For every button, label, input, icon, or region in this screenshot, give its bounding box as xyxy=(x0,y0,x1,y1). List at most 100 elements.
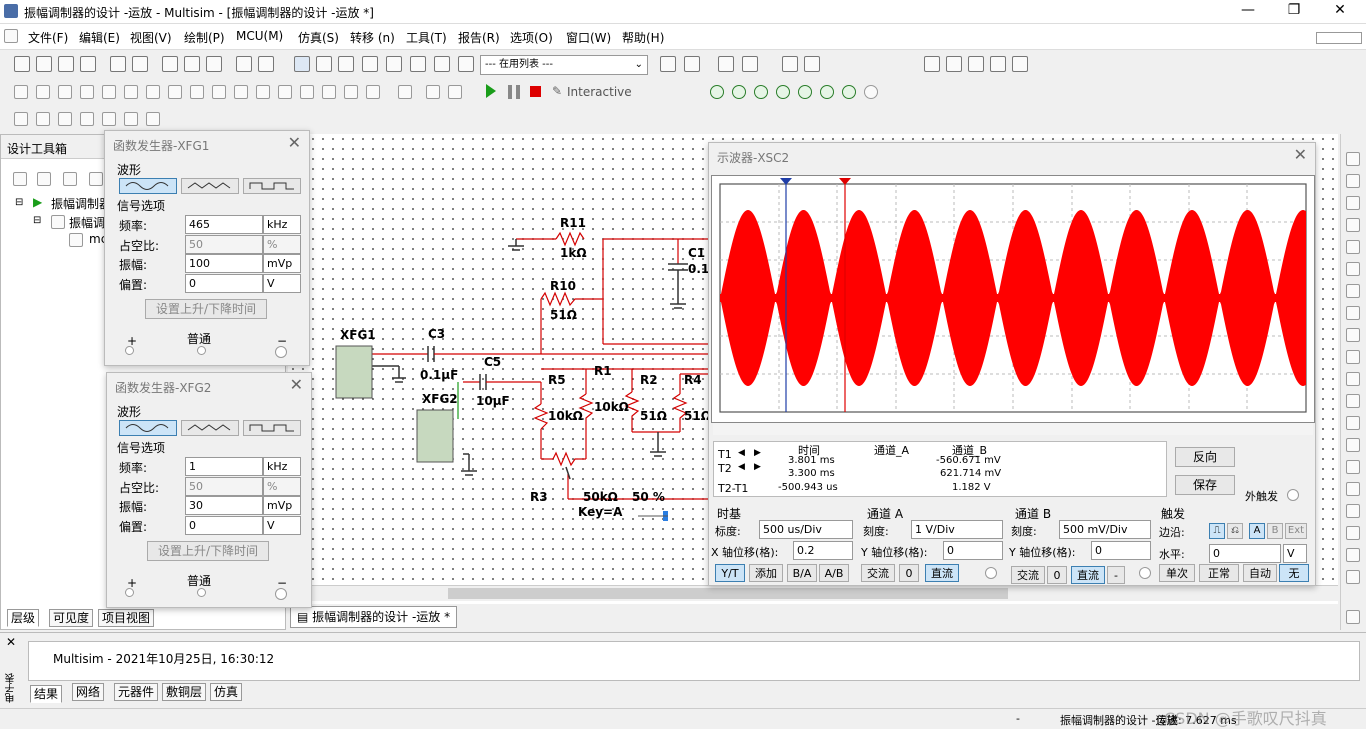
trigger-auto-button[interactable]: 自动 xyxy=(1243,564,1277,582)
toolbox-open-icon[interactable] xyxy=(37,172,51,186)
trigger-single-button[interactable]: 单次 xyxy=(1159,564,1195,582)
menu-simulate[interactable]: 仿真(S) xyxy=(298,29,339,46)
toolbox-new-icon[interactable] xyxy=(13,172,27,186)
tool-d-icon[interactable] xyxy=(80,112,94,126)
oscilloscope-icon[interactable] xyxy=(1346,218,1360,232)
electrical-rules-icon[interactable] xyxy=(434,56,450,72)
probe-diff-voltage-icon[interactable] xyxy=(776,85,790,99)
xfg1-amp-input[interactable]: 100 xyxy=(185,254,263,273)
tab-visibility[interactable]: 可见度 xyxy=(49,609,94,627)
yt-button[interactable]: Y/T xyxy=(715,564,745,582)
tool-a-icon[interactable] xyxy=(14,112,28,126)
trigger-falling-edge-icon[interactable]: ⎌ xyxy=(1227,523,1243,539)
tool-c-icon[interactable] xyxy=(58,112,72,126)
zoom-out-icon[interactable] xyxy=(946,56,962,72)
probe-settings-gear-icon[interactable] xyxy=(864,85,878,99)
xfg1-close-icon[interactable]: ✕ xyxy=(288,133,301,152)
cut-icon[interactable] xyxy=(162,56,178,72)
electromechanical-icon[interactable] xyxy=(322,85,336,99)
toolbox-save-icon[interactable] xyxy=(63,172,77,186)
scope-close-icon[interactable]: ✕ xyxy=(1294,145,1307,164)
diode-icon[interactable] xyxy=(58,85,72,99)
xfg1-duty-unit[interactable]: % xyxy=(263,235,301,254)
trigger-src-a-button[interactable]: A xyxy=(1249,523,1265,539)
in-use-list-dropdown[interactable]: --- 在用列表 --- ⌄ xyxy=(480,55,648,75)
probe-voltage-icon[interactable] xyxy=(710,85,724,99)
xfg1-sine-button[interactable] xyxy=(119,178,177,194)
xfg2-sine-button[interactable] xyxy=(119,420,177,436)
chb-scale-input[interactable]: 500 mV/Div xyxy=(1059,520,1151,539)
design-toolbox-toggle-icon[interactable] xyxy=(294,56,310,72)
cha-terminal[interactable] xyxy=(985,567,997,579)
xfg2-offset-unit[interactable]: V xyxy=(263,516,301,535)
scope-ext-trigger-terminal[interactable] xyxy=(1287,489,1299,501)
rf-icon[interactable] xyxy=(300,85,314,99)
basic-icon[interactable] xyxy=(36,85,50,99)
menu-draw[interactable]: 绘制(P) xyxy=(184,29,225,46)
redo-icon[interactable] xyxy=(258,56,274,72)
xfg2-amp-unit[interactable]: mVp xyxy=(263,496,301,515)
back-icon[interactable] xyxy=(718,56,734,72)
menu-view[interactable]: 视图(V) xyxy=(130,29,172,46)
xfg2-freq-input[interactable]: 1 xyxy=(185,457,263,476)
copy-icon[interactable] xyxy=(184,56,200,72)
word-generator-icon[interactable] xyxy=(1346,306,1360,320)
cha-ac-button[interactable]: 交流 xyxy=(861,564,895,582)
tree-expand-icon[interactable]: ⊟ xyxy=(15,197,23,208)
chb-ac-button[interactable]: 交流 xyxy=(1011,566,1045,584)
mixed-icon[interactable] xyxy=(190,85,204,99)
trigger-normal-button[interactable]: 正常 xyxy=(1199,564,1239,582)
add-button[interactable]: 添加 xyxy=(749,564,783,582)
t1-right-arrow-icon[interactable]: ▶ xyxy=(754,448,761,458)
tool-b-icon[interactable] xyxy=(36,112,50,126)
agilent-multimeter-icon[interactable] xyxy=(1346,482,1360,496)
print-icon[interactable] xyxy=(110,56,126,72)
menu-transfer[interactable]: 转移 (n) xyxy=(350,29,395,46)
run-icon[interactable] xyxy=(486,84,496,98)
xfg2-offset-input[interactable]: 0 xyxy=(185,516,263,535)
scope-save-button[interactable]: 保存 xyxy=(1175,475,1235,495)
canvas-hscroll[interactable] xyxy=(288,585,1338,601)
probe-digital-icon[interactable] xyxy=(820,85,834,99)
xfg1-minus-terminal[interactable] xyxy=(275,346,287,358)
four-channel-scope-icon[interactable] xyxy=(1346,240,1360,254)
spreadsheet-icon[interactable] xyxy=(316,56,332,72)
t1-left-arrow-icon[interactable]: ◀ xyxy=(738,448,745,458)
xfg2-freq-unit[interactable]: kHz xyxy=(263,457,301,476)
find-icon[interactable] xyxy=(782,56,798,72)
xfg1-triangle-button[interactable] xyxy=(181,178,239,194)
paste-icon[interactable] xyxy=(206,56,222,72)
peripheral-icon[interactable] xyxy=(278,85,292,99)
save-icon[interactable] xyxy=(80,56,96,72)
tree-child[interactable]: 振幅调 xyxy=(69,214,105,231)
network-analyzer-icon[interactable] xyxy=(1346,438,1360,452)
probe-voltage-ref-icon[interactable] xyxy=(798,85,812,99)
tool-g-icon[interactable] xyxy=(146,112,160,126)
trigger-rising-edge-icon[interactable]: ⎍ xyxy=(1209,523,1225,539)
cha-ypos-input[interactable]: 0 xyxy=(943,541,1003,560)
menu-file[interactable]: 文件(F) xyxy=(28,29,68,46)
xfg2-close-icon[interactable]: ✕ xyxy=(290,375,303,394)
tab-copper[interactable]: 敷铜层 xyxy=(162,683,207,701)
interactive-label[interactable]: Interactive xyxy=(567,85,632,99)
print-preview-icon[interactable] xyxy=(132,56,148,72)
tab-project-view[interactable]: 项目视图 xyxy=(98,609,155,627)
analog-icon[interactable] xyxy=(102,85,116,99)
tab-simulation[interactable]: 仿真 xyxy=(210,683,243,701)
probe-icon[interactable] xyxy=(448,85,462,99)
menu-options[interactable]: 选项(O) xyxy=(510,29,553,46)
back-annotate-icon[interactable] xyxy=(458,56,474,72)
cha-scale-input[interactable]: 1 V/Div xyxy=(911,520,1003,539)
mdi-controls[interactable] xyxy=(1316,32,1362,44)
menu-mcu[interactable]: MCU(M) xyxy=(236,29,283,43)
postprocessor-icon[interactable] xyxy=(386,56,402,72)
iv-analyzer-icon[interactable] xyxy=(1346,372,1360,386)
cha-zero-button[interactable]: 0 xyxy=(899,564,919,582)
t2-left-arrow-icon[interactable]: ◀ xyxy=(738,462,745,472)
function-generator-icon[interactable] xyxy=(1346,174,1360,188)
timebase-scale-input[interactable]: 500 us/Div xyxy=(759,520,853,539)
xfg2-square-button[interactable] xyxy=(243,420,301,436)
grapher-icon[interactable] xyxy=(362,56,378,72)
forward-annotate-icon[interactable] xyxy=(684,56,700,72)
logic-converter-icon[interactable] xyxy=(1346,328,1360,342)
